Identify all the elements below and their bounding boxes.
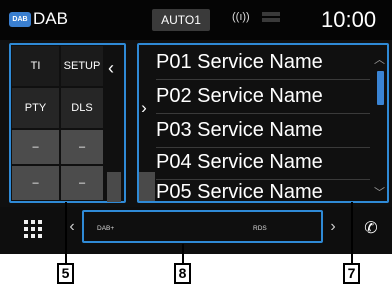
scrollbar-thumb[interactable] xyxy=(377,71,384,105)
callout-label-8: 8 xyxy=(174,263,191,284)
callout-label-5: 5 xyxy=(57,263,74,284)
blank-button-3[interactable]: – xyxy=(12,166,59,200)
inactive-indicator-icon xyxy=(262,10,284,30)
dab-logo: DAB xyxy=(9,12,31,27)
ti-button[interactable]: TI xyxy=(12,46,59,86)
preset-item-1[interactable]: P01 Service Name xyxy=(156,46,323,78)
info-display-strip xyxy=(82,210,323,243)
info-previous-chevron-icon[interactable]: ‹ xyxy=(65,214,79,240)
phone-icon[interactable]: ✆ xyxy=(358,216,384,242)
info-center-text: RDS xyxy=(253,225,267,232)
blank-button-1[interactable]: – xyxy=(12,130,59,164)
panel-handle[interactable] xyxy=(107,172,121,202)
preset-item-4[interactable]: P04 Service Name xyxy=(156,146,323,178)
scroll-down-icon[interactable]: ﹀ xyxy=(374,184,385,200)
callout-leader-5 xyxy=(65,202,67,264)
blank-button-2[interactable]: – xyxy=(61,130,103,164)
source-select-button[interactable]: AUTO1 xyxy=(152,9,210,31)
dab-screen: DAB DAB AUTO1 ((ı)) 10:00 TI SETUP PTY D… xyxy=(0,0,392,254)
preset-item-3[interactable]: P03 Service Name xyxy=(156,114,323,146)
collapse-panel-chevron-icon[interactable]: ‹ xyxy=(104,55,118,81)
status-bar: DAB DAB AUTO1 ((ı)) 10:00 xyxy=(0,0,392,40)
setup-button[interactable]: SETUP xyxy=(61,46,103,86)
screen-title: DAB xyxy=(33,9,68,28)
pty-button[interactable]: PTY xyxy=(12,88,59,128)
preset-item-5[interactable]: P05 Service Name xyxy=(156,176,323,208)
blank-button-4[interactable]: – xyxy=(61,166,103,200)
callout-leader-7 xyxy=(351,202,353,264)
menu-grid-icon[interactable] xyxy=(22,218,44,240)
info-next-chevron-icon[interactable]: › xyxy=(326,214,340,240)
broadcast-signal-icon: ((ı)) xyxy=(232,11,250,23)
clock: 10:00 xyxy=(321,7,377,32)
callout-label-7: 7 xyxy=(343,263,360,284)
preset-item-2[interactable]: P02 Service Name xyxy=(156,80,323,112)
dls-button[interactable]: DLS xyxy=(61,88,103,128)
info-left-text: DAB+ xyxy=(97,225,115,232)
scroll-up-icon[interactable]: ︿ xyxy=(374,51,385,67)
callout-leader-8 xyxy=(182,244,184,264)
